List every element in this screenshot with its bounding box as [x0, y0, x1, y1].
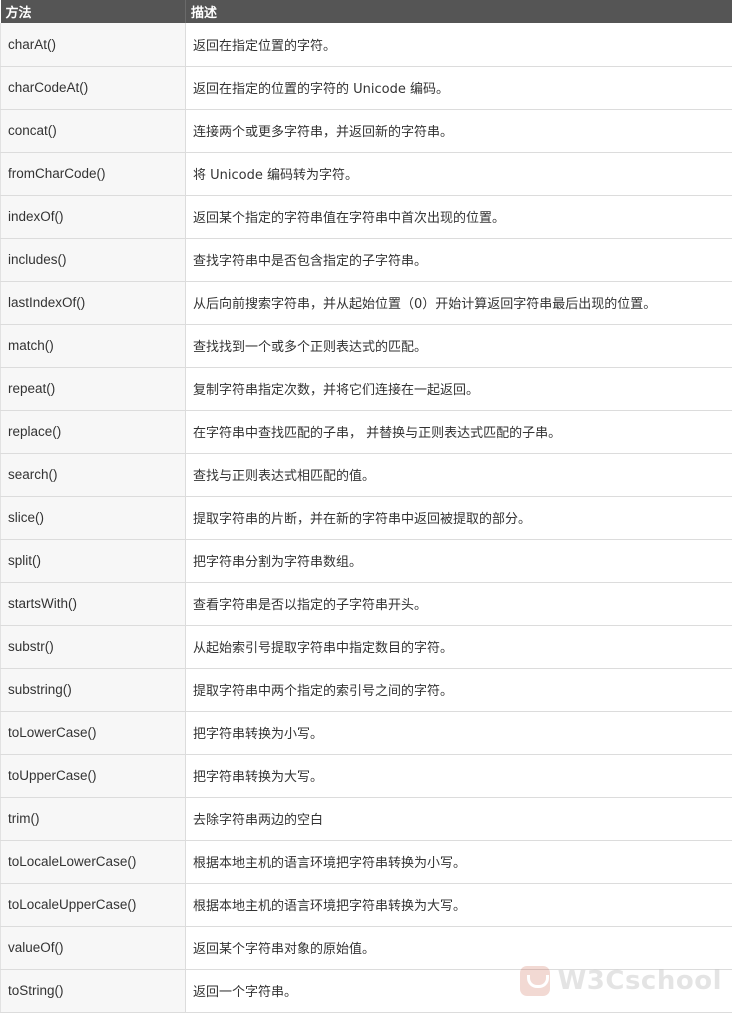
- method-description-cell: 提取字符串的片断，并在新的字符串中返回被提取的部分。: [186, 496, 732, 539]
- method-name-cell: charCodeAt(): [1, 66, 186, 109]
- table-row: toString()返回一个字符串。: [1, 969, 732, 1012]
- method-name-cell: match(): [1, 324, 186, 367]
- table-row: charAt()返回在指定位置的字符。: [1, 23, 732, 66]
- method-description-cell: 查看字符串是否以指定的子字符串开头。: [186, 582, 732, 625]
- table-row: startsWith()查看字符串是否以指定的子字符串开头。: [1, 582, 732, 625]
- table-row: valueOf()返回某个字符串对象的原始值。: [1, 926, 732, 969]
- table-body: charAt()返回在指定位置的字符。charCodeAt()返回在指定的位置的…: [1, 23, 732, 1012]
- method-description-cell: 提取字符串中两个指定的索引号之间的字符。: [186, 668, 732, 711]
- method-name-cell: valueOf(): [1, 926, 186, 969]
- method-name-cell: toLocaleUpperCase(): [1, 883, 186, 926]
- method-name-cell: toLocaleLowerCase(): [1, 840, 186, 883]
- method-name-cell: substr(): [1, 625, 186, 668]
- method-name-cell: replace(): [1, 410, 186, 453]
- method-description-cell: 连接两个或更多字符串，并返回新的字符串。: [186, 109, 732, 152]
- method-description-cell: 根据本地主机的语言环境把字符串转换为小写。: [186, 840, 732, 883]
- method-description-cell: 把字符串分割为字符串数组。: [186, 539, 732, 582]
- table-row: search()查找与正则表达式相匹配的值。: [1, 453, 732, 496]
- method-description-cell: 复制字符串指定次数，并将它们连接在一起返回。: [186, 367, 732, 410]
- method-name-cell: search(): [1, 453, 186, 496]
- method-description-cell: 返回在指定位置的字符。: [186, 23, 732, 66]
- column-header-description: 描述: [186, 0, 732, 23]
- table-row: match()查找找到一个或多个正则表达式的匹配。: [1, 324, 732, 367]
- method-name-cell: slice(): [1, 496, 186, 539]
- table-row: concat()连接两个或更多字符串，并返回新的字符串。: [1, 109, 732, 152]
- method-name-cell: includes(): [1, 238, 186, 281]
- method-description-cell: 把字符串转换为大写。: [186, 754, 732, 797]
- table-row: toLowerCase()把字符串转换为小写。: [1, 711, 732, 754]
- method-description-cell: 去除字符串两边的空白: [186, 797, 732, 840]
- table-row: lastIndexOf()从后向前搜索字符串，并从起始位置（0）开始计算返回字符…: [1, 281, 732, 324]
- table-row: replace()在字符串中查找匹配的子串， 并替换与正则表达式匹配的子串。: [1, 410, 732, 453]
- table-row: includes()查找字符串中是否包含指定的子字符串。: [1, 238, 732, 281]
- method-description-cell: 根据本地主机的语言环境把字符串转换为大写。: [186, 883, 732, 926]
- method-name-cell: concat(): [1, 109, 186, 152]
- method-name-cell: trim(): [1, 797, 186, 840]
- table-row: substring()提取字符串中两个指定的索引号之间的字符。: [1, 668, 732, 711]
- string-methods-table: 方法 描述 charAt()返回在指定位置的字符。charCodeAt()返回在…: [0, 0, 732, 1013]
- table-row: indexOf()返回某个指定的字符串值在字符串中首次出现的位置。: [1, 195, 732, 238]
- method-description-cell: 返回在指定的位置的字符的 Unicode 编码。: [186, 66, 732, 109]
- method-name-cell: fromCharCode(): [1, 152, 186, 195]
- method-description-cell: 在字符串中查找匹配的子串， 并替换与正则表达式匹配的子串。: [186, 410, 732, 453]
- method-name-cell: toUpperCase(): [1, 754, 186, 797]
- table-row: slice()提取字符串的片断，并在新的字符串中返回被提取的部分。: [1, 496, 732, 539]
- table-row: substr()从起始索引号提取字符串中指定数目的字符。: [1, 625, 732, 668]
- table-header-row: 方法 描述: [1, 0, 732, 23]
- method-name-cell: startsWith(): [1, 582, 186, 625]
- method-name-cell: toLowerCase(): [1, 711, 186, 754]
- table-row: toLocaleUpperCase()根据本地主机的语言环境把字符串转换为大写。: [1, 883, 732, 926]
- method-name-cell: lastIndexOf(): [1, 281, 186, 324]
- table-row: repeat()复制字符串指定次数，并将它们连接在一起返回。: [1, 367, 732, 410]
- method-description-cell: 返回某个字符串对象的原始值。: [186, 926, 732, 969]
- method-description-cell: 把字符串转换为小写。: [186, 711, 732, 754]
- table-row: fromCharCode()将 Unicode 编码转为字符。: [1, 152, 732, 195]
- table-row: toUpperCase()把字符串转换为大写。: [1, 754, 732, 797]
- method-name-cell: repeat(): [1, 367, 186, 410]
- method-name-cell: split(): [1, 539, 186, 582]
- table-row: toLocaleLowerCase()根据本地主机的语言环境把字符串转换为小写。: [1, 840, 732, 883]
- method-name-cell: indexOf(): [1, 195, 186, 238]
- method-description-cell: 将 Unicode 编码转为字符。: [186, 152, 732, 195]
- method-description-cell: 查找与正则表达式相匹配的值。: [186, 453, 732, 496]
- method-description-cell: 查找找到一个或多个正则表达式的匹配。: [186, 324, 732, 367]
- method-name-cell: substring(): [1, 668, 186, 711]
- method-description-cell: 查找字符串中是否包含指定的子字符串。: [186, 238, 732, 281]
- method-description-cell: 返回一个字符串。: [186, 969, 732, 1012]
- method-description-cell: 返回某个指定的字符串值在字符串中首次出现的位置。: [186, 195, 732, 238]
- method-name-cell: toString(): [1, 969, 186, 1012]
- column-header-method: 方法: [1, 0, 186, 23]
- method-description-cell: 从后向前搜索字符串，并从起始位置（0）开始计算返回字符串最后出现的位置。: [186, 281, 732, 324]
- method-description-cell: 从起始索引号提取字符串中指定数目的字符。: [186, 625, 732, 668]
- method-name-cell: charAt(): [1, 23, 186, 66]
- table-row: trim()去除字符串两边的空白: [1, 797, 732, 840]
- table-row: charCodeAt()返回在指定的位置的字符的 Unicode 编码。: [1, 66, 732, 109]
- table-row: split()把字符串分割为字符串数组。: [1, 539, 732, 582]
